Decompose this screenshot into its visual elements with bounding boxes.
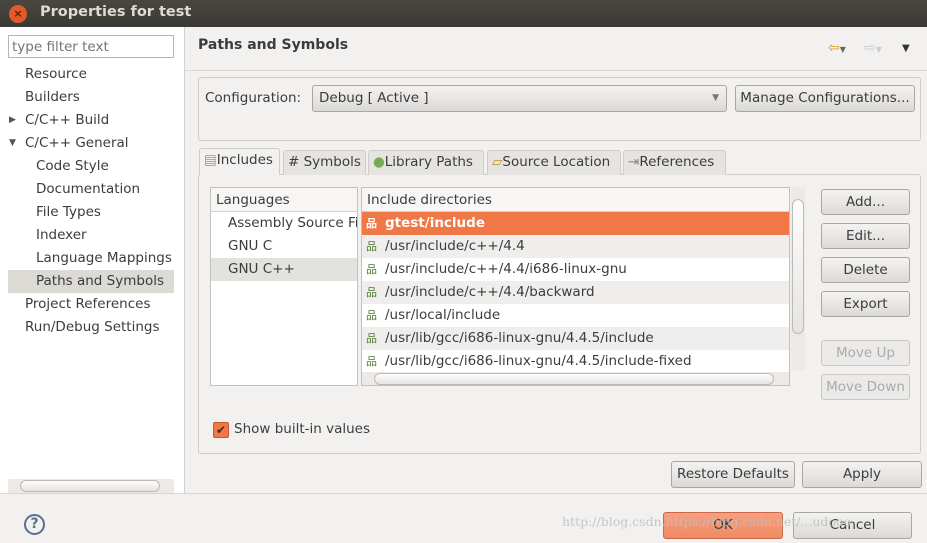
show-builtin-label: Show built-in values [234,421,371,437]
divider [185,70,927,71]
references-icon: ⇥ [628,154,640,170]
include-folder-icon: 品 [366,263,377,276]
tab-label: Source Location [502,154,611,170]
sidebar-item[interactable]: Builders [8,86,174,109]
tab-references[interactable]: ⇥References [623,150,726,175]
sidebar-item[interactable]: Code Style [8,155,174,178]
include-folder-icon: 品 [366,217,377,230]
language-item[interactable]: GNU C [211,235,357,258]
include-hscrollbar[interactable] [362,372,789,385]
tab-includes[interactable]: ▤Includes [199,148,280,175]
sidebar-item-label: Run/Debug Settings [25,319,160,335]
page-title: Paths and Symbols [198,37,349,53]
title-bar: × Properties for test [0,0,927,27]
sidebar-item[interactable]: Language Mappings [8,247,174,270]
tab-source-location[interactable]: ▱Source Location [487,150,621,175]
include-vscrollbar[interactable] [791,187,805,370]
sidebar-item-label: Indexer [36,227,87,243]
cancel-button[interactable]: Cancel [793,512,912,539]
forward-icon[interactable]: ⇨▼ [864,40,882,56]
delete-button[interactable]: Delete [821,257,910,283]
tab-symbols[interactable]: # Symbols [283,150,366,175]
sidebar-item-label: Project References [25,296,151,312]
ok-button[interactable]: OK [663,512,783,539]
include-directory-row[interactable]: 品/usr/local/include [362,304,789,327]
include-directory-row[interactable]: 品/usr/lib/gcc/i686-linux-gnu/4.4.5/inclu… [362,350,789,373]
configuration-value: Debug [ Active ] [319,90,429,106]
sidebar-item[interactable]: File Types [8,201,174,224]
show-builtin-checkbox[interactable]: ✔ [213,422,229,438]
include-directory-row[interactable]: 品 gtest/include [362,212,789,235]
include-path: gtest/include [385,215,485,231]
chevron-down-icon: ▼ [712,93,719,103]
library-icon: ● [373,154,385,170]
export-button[interactable]: Export [821,291,910,317]
include-directories-header: Include directories [362,188,789,212]
includes-icon: ▤ [204,152,217,168]
restore-defaults-button[interactable]: Restore Defaults [671,461,795,488]
sidebar-item-label: Language Mappings [36,250,172,266]
move-up-button[interactable]: Move Up [821,340,910,366]
sidebar-item-label: Resource [25,66,87,82]
window-title: Properties for test [40,4,192,20]
configuration-label: Configuration: [205,90,302,106]
language-item-selected[interactable]: GNU C++ [211,258,357,281]
tab-label: Library Paths [384,154,473,170]
sidebar-item[interactable]: Project References [8,293,174,316]
divider [0,493,927,494]
manage-configurations-button[interactable]: Manage Configurations... [735,85,915,112]
menu-chevron-down-icon[interactable]: ▼ [902,43,910,54]
sidebar-item[interactable]: Paths and Symbols [8,270,174,293]
sidebar-item-label: Documentation [36,181,141,197]
languages-header: Languages [211,188,357,212]
include-directories-table: Include directories 品 gtest/include 品/usr/… [361,187,790,386]
languages-table: Languages Assembly Source Fi GNU C GNU C… [210,187,358,386]
back-icon[interactable]: ⇦▼ [828,40,846,56]
tab-label: Includes [216,152,273,168]
sidebar-item-label: C/C++ General [25,135,129,151]
include-directory-row[interactable]: 品/usr/include/c++/4.4/backward [362,281,789,304]
include-path: /usr/local/include [385,307,501,323]
close-icon[interactable]: × [9,5,27,23]
include-folder-icon: 品 [366,286,377,299]
sidebar-item-label: C/C++ Build [25,112,110,128]
include-path: /usr/lib/gcc/i686-linux-gnu/4.4.5/includ… [385,353,692,369]
sidebar-item[interactable]: ▼ C/C++ General [8,132,174,155]
include-path: /usr/include/c++/4.4/i686-linux-gnu [385,261,627,277]
collapse-icon[interactable]: ▼ [9,132,16,155]
apply-button[interactable]: Apply [802,461,922,488]
language-item[interactable]: Assembly Source Fi [211,212,357,235]
sidebar-item-label: Builders [25,89,80,105]
configuration-select[interactable]: Debug [ Active ] ▼ [312,85,727,112]
help-icon[interactable]: ? [24,514,45,535]
include-path: /usr/include/c++/4.4/backward [385,284,595,300]
include-path: /usr/include/c++/4.4 [385,238,525,254]
sidebar-item-label: Code Style [36,158,109,174]
sidebar-hscrollbar[interactable] [8,479,174,493]
include-path: /usr/lib/gcc/i686-linux-gnu/4.4.5/includ… [385,330,654,346]
include-folder-icon: 品 [366,240,377,253]
include-folder-icon: 品 [366,332,377,345]
tab-library-paths[interactable]: ●Library Paths [368,150,484,175]
expand-icon[interactable]: ▶ [9,109,16,132]
sidebar-item-label: Paths and Symbols [36,273,164,289]
sidebar-item[interactable]: Documentation [8,178,174,201]
add-button[interactable]: Add... [821,189,910,215]
folder-icon: ▱ [492,154,503,170]
include-directory-row[interactable]: 品/usr/lib/gcc/i686-linux-gnu/4.4.5/inclu… [362,327,789,350]
include-folder-icon: 品 [366,355,377,368]
tab-label: References [639,154,715,170]
edit-button[interactable]: Edit... [821,223,910,249]
move-down-button[interactable]: Move Down [821,374,910,400]
sidebar-item-label: File Types [36,204,101,220]
include-directory-row[interactable]: 品/usr/include/c++/4.4/i686-linux-gnu [362,258,789,281]
sidebar-item[interactable]: ▶ C/C++ Build [8,109,174,132]
sidebar-item[interactable]: Run/Debug Settings [8,316,174,339]
sidebar-item[interactable]: Indexer [8,224,174,247]
sidebar: Resource Builders ▶ C/C++ Build ▼ C/C++ Gener… [0,27,185,493]
include-folder-icon: 品 [366,309,377,322]
include-directory-row[interactable]: 品/usr/include/c++/4.4 [362,235,789,258]
filter-input[interactable] [8,35,174,58]
sidebar-item[interactable]: Resource [8,63,174,86]
